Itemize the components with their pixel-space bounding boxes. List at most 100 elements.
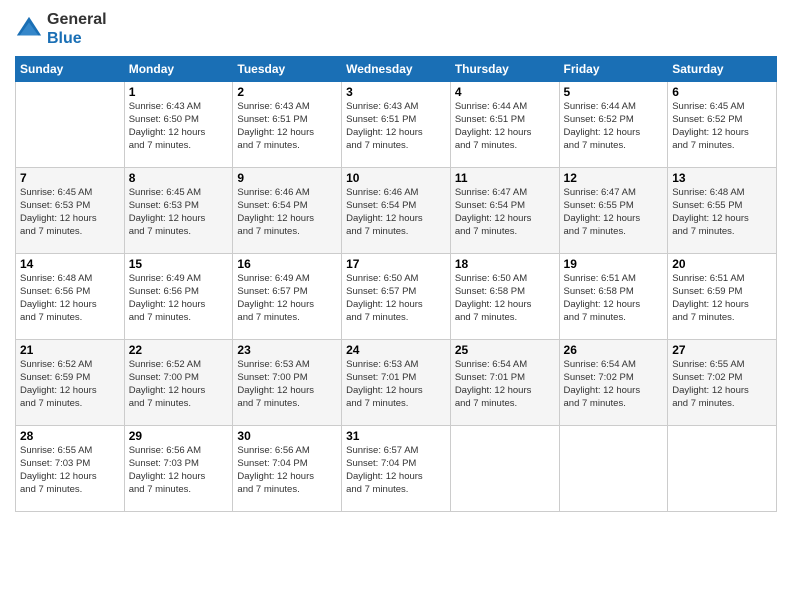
day-info: Sunrise: 6:44 AM Sunset: 6:51 PM Dayligh… [455, 101, 555, 152]
calendar-cell: 10 Sunrise: 6:46 AM Sunset: 6:54 PM Dayli… [342, 168, 451, 254]
day-info: Sunrise: 6:46 AM Sunset: 6:54 PM Dayligh… [346, 187, 446, 238]
day-info: Sunrise: 6:52 AM Sunset: 6:59 PM Dayligh… [20, 359, 120, 410]
day-info: Sunrise: 6:47 AM Sunset: 6:55 PM Dayligh… [564, 187, 664, 238]
header-row: SundayMondayTuesdayWednesdayThursdayFrid… [16, 57, 777, 82]
page: General Blue SundayMondayTuesdayWednesda… [0, 0, 792, 612]
day-number: 11 [455, 171, 555, 185]
day-info: Sunrise: 6:43 AM Sunset: 6:50 PM Dayligh… [129, 101, 229, 152]
day-header-monday: Monday [124, 57, 233, 82]
day-number: 16 [237, 257, 337, 271]
calendar-table: SundayMondayTuesdayWednesdayThursdayFrid… [15, 56, 777, 512]
calendar-cell: 14 Sunrise: 6:48 AM Sunset: 6:56 PM Dayli… [16, 254, 125, 340]
day-info: Sunrise: 6:50 AM Sunset: 6:57 PM Dayligh… [346, 273, 446, 324]
calendar-cell: 3 Sunrise: 6:43 AM Sunset: 6:51 PM Daylig… [342, 82, 451, 168]
day-info: Sunrise: 6:50 AM Sunset: 6:58 PM Dayligh… [455, 273, 555, 324]
day-number: 17 [346, 257, 446, 271]
day-info: Sunrise: 6:45 AM Sunset: 6:53 PM Dayligh… [20, 187, 120, 238]
day-info: Sunrise: 6:53 AM Sunset: 7:00 PM Dayligh… [237, 359, 337, 410]
day-info: Sunrise: 6:51 AM Sunset: 6:58 PM Dayligh… [564, 273, 664, 324]
day-number: 26 [564, 343, 664, 357]
day-number: 20 [672, 257, 772, 271]
calendar-cell: 8 Sunrise: 6:45 AM Sunset: 6:53 PM Daylig… [124, 168, 233, 254]
day-number: 12 [564, 171, 664, 185]
calendar-cell [668, 426, 777, 512]
calendar-cell: 26Sunrise: 6:54 AM Sunset: 7:02 PM Dayli… [559, 340, 668, 426]
calendar-cell: 18 Sunrise: 6:50 AM Sunset: 6:58 PM Dayli… [450, 254, 559, 340]
day-number: 8 [129, 171, 229, 185]
day-number: 30 [237, 429, 337, 443]
calendar-cell: 29Sunrise: 6:56 AM Sunset: 7:03 PM Dayli… [124, 426, 233, 512]
calendar-cell: 19 Sunrise: 6:51 AM Sunset: 6:58 PM Dayli… [559, 254, 668, 340]
day-number: 31 [346, 429, 446, 443]
day-info: Sunrise: 6:56 AM Sunset: 7:03 PM Dayligh… [129, 445, 229, 496]
day-number: 7 [20, 171, 120, 185]
day-info: Sunrise: 6:45 AM Sunset: 6:52 PM Dayligh… [672, 101, 772, 152]
day-number: 24 [346, 343, 446, 357]
calendar-cell: 27 Sunrise: 6:55 AM Sunset: 7:02 PM Dayli… [668, 340, 777, 426]
calendar-cell: 12 Sunrise: 6:47 AM Sunset: 6:55 PM Dayli… [559, 168, 668, 254]
day-header-thursday: Thursday [450, 57, 559, 82]
day-info: Sunrise: 6:52 AM Sunset: 7:00 PM Dayligh… [129, 359, 229, 410]
day-header-tuesday: Tuesday [233, 57, 342, 82]
day-info: Sunrise: 6:56 AM Sunset: 7:04 PM Dayligh… [237, 445, 337, 496]
day-header-friday: Friday [559, 57, 668, 82]
calendar-cell: 20 Sunrise: 6:51 AM Sunset: 6:59 PM Dayli… [668, 254, 777, 340]
day-info: Sunrise: 6:47 AM Sunset: 6:54 PM Dayligh… [455, 187, 555, 238]
day-number: 28 [20, 429, 120, 443]
day-number: 9 [237, 171, 337, 185]
calendar-cell: 25 Sunrise: 6:54 AM Sunset: 7:01 PM Dayli… [450, 340, 559, 426]
day-info: Sunrise: 6:55 AM Sunset: 7:02 PM Dayligh… [672, 359, 772, 410]
day-info: Sunrise: 6:49 AM Sunset: 6:57 PM Dayligh… [237, 273, 337, 324]
day-info: Sunrise: 6:51 AM Sunset: 6:59 PM Dayligh… [672, 273, 772, 324]
day-info: Sunrise: 6:48 AM Sunset: 6:56 PM Dayligh… [20, 273, 120, 324]
header: General Blue [15, 10, 777, 48]
day-number: 19 [564, 257, 664, 271]
logo-text: General Blue [47, 10, 107, 48]
day-number: 1 [129, 85, 229, 99]
day-info: Sunrise: 6:45 AM Sunset: 6:53 PM Dayligh… [129, 187, 229, 238]
logo: General Blue [15, 10, 107, 48]
calendar-cell: 7 Sunrise: 6:45 AM Sunset: 6:53 PM Daylig… [16, 168, 125, 254]
day-info: Sunrise: 6:54 AM Sunset: 7:01 PM Dayligh… [455, 359, 555, 410]
calendar-cell: 21 Sunrise: 6:52 AM Sunset: 6:59 PM Dayli… [16, 340, 125, 426]
day-info: Sunrise: 6:43 AM Sunset: 6:51 PM Dayligh… [346, 101, 446, 152]
day-number: 22 [129, 343, 229, 357]
day-number: 21 [20, 343, 120, 357]
day-info: Sunrise: 6:48 AM Sunset: 6:55 PM Dayligh… [672, 187, 772, 238]
day-number: 4 [455, 85, 555, 99]
day-number: 3 [346, 85, 446, 99]
day-header-sunday: Sunday [16, 57, 125, 82]
day-number: 5 [564, 85, 664, 99]
day-info: Sunrise: 6:46 AM Sunset: 6:54 PM Dayligh… [237, 187, 337, 238]
day-number: 18 [455, 257, 555, 271]
day-info: Sunrise: 6:57 AM Sunset: 7:04 PM Dayligh… [346, 445, 446, 496]
day-header-saturday: Saturday [668, 57, 777, 82]
day-number: 25 [455, 343, 555, 357]
week-row-4: 21 Sunrise: 6:52 AM Sunset: 6:59 PM Dayli… [16, 340, 777, 426]
logo-icon [15, 15, 43, 43]
calendar-cell: 1 Sunrise: 6:43 AM Sunset: 6:50 PM Daylig… [124, 82, 233, 168]
calendar-cell [450, 426, 559, 512]
calendar-cell: 23 Sunrise: 6:53 AM Sunset: 7:00 PM Dayli… [233, 340, 342, 426]
day-number: 15 [129, 257, 229, 271]
day-number: 2 [237, 85, 337, 99]
calendar-cell: 13 Sunrise: 6:48 AM Sunset: 6:55 PM Dayli… [668, 168, 777, 254]
calendar-cell: 6Sunrise: 6:45 AM Sunset: 6:52 PM Daylig… [668, 82, 777, 168]
calendar-cell [559, 426, 668, 512]
calendar-cell: 17 Sunrise: 6:50 AM Sunset: 6:57 PM Dayli… [342, 254, 451, 340]
week-row-1: 1 Sunrise: 6:43 AM Sunset: 6:50 PM Daylig… [16, 82, 777, 168]
day-info: Sunrise: 6:53 AM Sunset: 7:01 PM Dayligh… [346, 359, 446, 410]
calendar-cell: 24 Sunrise: 6:53 AM Sunset: 7:01 PM Dayli… [342, 340, 451, 426]
calendar-cell: 11 Sunrise: 6:47 AM Sunset: 6:54 PM Dayli… [450, 168, 559, 254]
calendar-cell: 28Sunrise: 6:55 AM Sunset: 7:03 PM Dayli… [16, 426, 125, 512]
day-number: 27 [672, 343, 772, 357]
day-number: 23 [237, 343, 337, 357]
week-row-3: 14 Sunrise: 6:48 AM Sunset: 6:56 PM Dayli… [16, 254, 777, 340]
calendar-cell: 22 Sunrise: 6:52 AM Sunset: 7:00 PM Dayli… [124, 340, 233, 426]
day-info: Sunrise: 6:43 AM Sunset: 6:51 PM Dayligh… [237, 101, 337, 152]
day-number: 13 [672, 171, 772, 185]
day-info: Sunrise: 6:49 AM Sunset: 6:56 PM Dayligh… [129, 273, 229, 324]
day-number: 14 [20, 257, 120, 271]
calendar-cell: 2 Sunrise: 6:43 AM Sunset: 6:51 PM Daylig… [233, 82, 342, 168]
day-number: 10 [346, 171, 446, 185]
